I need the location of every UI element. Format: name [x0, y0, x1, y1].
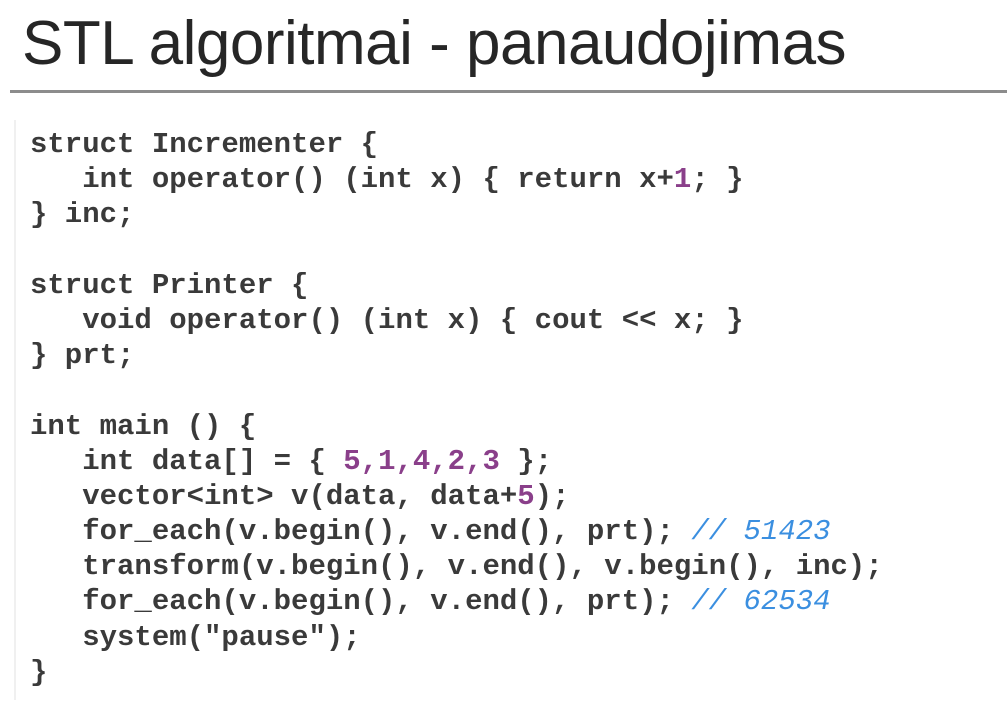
code-text: void operator() (int x) { cout << x; }	[30, 303, 744, 337]
code-number: 5,1,4,2,3	[343, 444, 500, 478]
code-line: void operator() (int x) { cout << x; }	[30, 303, 883, 338]
slide-title: STL algoritmai - panaudojimas	[22, 9, 847, 78]
code-text: ; }	[691, 163, 744, 197]
code-line: }	[30, 655, 883, 690]
code-line: int operator() (int x) { return x+1; }	[30, 162, 883, 197]
code-line: struct Printer {	[30, 268, 883, 303]
code-number: 5	[517, 479, 535, 513]
code-comment: // 51423	[691, 515, 831, 549]
code-text: struct Printer {	[30, 268, 309, 302]
code-text: for_each(v.begin(), v.end(), prt);	[30, 515, 692, 549]
code-text: transform(v.begin(), v.end(), v.begin(),…	[30, 550, 883, 584]
code-text: vector<int> v(data, data+	[30, 479, 518, 513]
code-text: int main () {	[30, 409, 257, 443]
code-text: system("pause");	[30, 620, 361, 654]
code-text: int operator() (int x) { return x+	[30, 163, 674, 197]
code-text: };	[499, 444, 553, 478]
code-text: );	[534, 479, 570, 513]
code-text: for_each(v.begin(), v.end(), prt);	[30, 585, 692, 619]
code-number: 1	[673, 163, 692, 197]
title-divider	[10, 90, 1007, 93]
code-text: int data[] = {	[30, 444, 344, 478]
code-block: struct Incrementer { int operator() (int…	[30, 127, 883, 690]
code-line: struct Incrementer {	[30, 127, 883, 162]
code-line: for_each(v.begin(), v.end(), prt); // 62…	[30, 584, 883, 619]
code-line: } inc;	[30, 197, 883, 232]
code-text: } inc;	[30, 198, 135, 232]
code-line: system("pause");	[30, 620, 883, 655]
code-line: transform(v.begin(), v.end(), v.begin(),…	[30, 549, 883, 584]
code-text: struct Incrementer {	[30, 128, 379, 161]
code-line: int data[] = { 5,1,4,2,3 };	[30, 444, 883, 479]
code-text: }	[30, 655, 48, 689]
code-comment: // 62534	[691, 585, 831, 619]
code-text: } prt;	[30, 339, 135, 373]
code-line: } prt;	[30, 338, 883, 373]
code-line: int main () {	[30, 409, 883, 444]
code-line: for_each(v.begin(), v.end(), prt); // 51…	[30, 514, 883, 549]
code-line: vector<int> v(data, data+5);	[30, 479, 883, 514]
